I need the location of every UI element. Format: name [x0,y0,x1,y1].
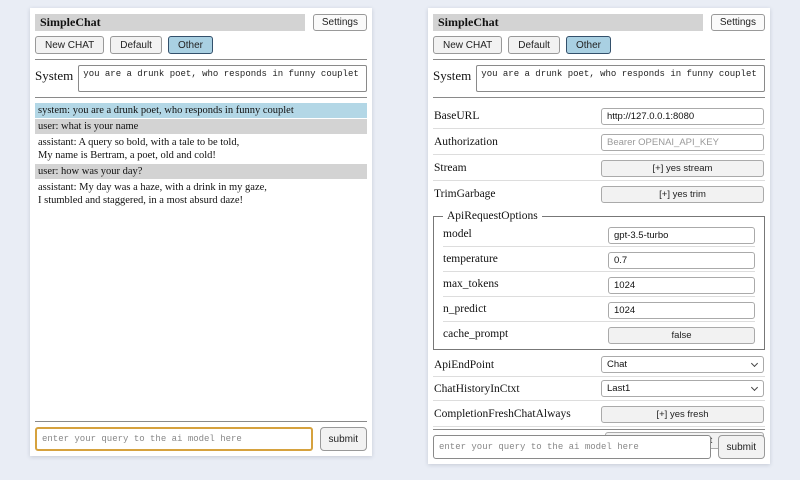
settings-list: BaseURL Authorization Stream [+] yes str… [433,103,765,452]
submit-button[interactable]: submit [718,435,765,459]
authorization-label: Authorization [434,136,498,148]
query-input[interactable] [433,435,711,459]
model-input[interactable] [608,227,755,244]
settings-button[interactable]: Settings [711,14,765,31]
divider [35,59,367,60]
cache-prompt-label: cache_prompt [443,328,508,340]
session-tab-other[interactable]: Other [566,36,611,54]
baseurl-label: BaseURL [434,110,479,122]
chat-message-user: user: how was your day? [35,164,367,179]
titlebar: SimpleChat Settings [35,14,367,31]
session-toolbar: New CHAT Default Other [35,36,367,54]
chat-message-user: user: what is your name [35,119,367,134]
n-predict-label: n_predict [443,303,486,315]
setting-row-stream: Stream [+] yes stream [433,155,765,181]
setting-row-max-tokens: max_tokens [443,272,755,297]
stream-toggle-button[interactable]: [+] yes stream [601,160,764,177]
fresh-chat-toggle-button[interactable]: [+] yes fresh [601,406,764,423]
query-area: submit [35,416,367,451]
setting-row-trimgarbage: TrimGarbage [+] yes trim [433,181,765,206]
system-prompt-input[interactable]: you are a drunk poet, who responds in fu… [78,65,367,92]
chat-history-select[interactable]: Last1 [601,380,764,397]
divider [35,421,367,422]
desktop-background: SimpleChat Settings New CHAT Default Oth… [0,0,800,480]
settings-window: SimpleChat Settings New CHAT Default Oth… [428,8,770,464]
chat-history-selected-value: Last1 [607,383,630,394]
trimgarbage-label: TrimGarbage [434,188,496,200]
system-label: System [35,65,73,92]
setting-row-cache-prompt: cache_prompt false [443,322,755,346]
setting-row-baseurl: BaseURL [433,103,765,129]
query-input[interactable] [35,427,313,451]
system-prompt-row: System you are a drunk poet, who respond… [35,65,367,92]
api-endpoint-selected-value: Chat [607,359,627,370]
divider [35,97,367,98]
system-label: System [433,65,471,92]
setting-row-model: model [443,222,755,247]
session-tab-default[interactable]: Default [110,36,162,54]
fresh-chat-label: CompletionFreshChatAlways [434,408,571,420]
api-request-options-fieldset: ApiRequestOptions model temperature max_… [433,210,765,350]
session-tab-default[interactable]: Default [508,36,560,54]
session-tab-other[interactable]: Other [168,36,213,54]
chat-message-system: system: you are a drunk poet, who respon… [35,103,367,118]
authorization-input[interactable] [601,134,764,151]
baseurl-input[interactable] [601,108,764,125]
cache-prompt-toggle-button[interactable]: false [608,327,755,344]
divider [433,97,765,98]
system-prompt-input[interactable]: you are a drunk poet, who responds in fu… [476,65,765,92]
max-tokens-input[interactable] [608,277,755,294]
temperature-label: temperature [443,253,498,265]
setting-row-temperature: temperature [443,247,755,272]
chevron-down-icon [751,360,758,367]
api-request-options-legend: ApiRequestOptions [443,210,542,222]
settings-button[interactable]: Settings [313,14,367,31]
n-predict-input[interactable] [608,302,755,319]
setting-row-n-predict: n_predict [443,297,755,322]
temperature-input[interactable] [608,252,755,269]
chat-history-label: ChatHistoryInCtxt [434,383,520,395]
chat-message-list: system: you are a drunk poet, who respon… [35,103,367,208]
app-title: SimpleChat [433,14,703,31]
divider [433,429,765,430]
max-tokens-label: max_tokens [443,278,499,290]
app-title: SimpleChat [35,14,305,31]
api-endpoint-select[interactable]: Chat [601,356,764,373]
setting-row-authorization: Authorization [433,129,765,155]
submit-button[interactable]: submit [320,427,367,451]
chat-message-assistant: assistant: My day was a haze, with a dri… [35,180,367,208]
new-chat-button[interactable]: New CHAT [35,36,104,54]
chat-message-assistant: assistant: A query so bold, with a tale … [35,135,367,163]
divider [433,59,765,60]
chevron-down-icon [751,384,758,391]
new-chat-button[interactable]: New CHAT [433,36,502,54]
session-toolbar: New CHAT Default Other [433,36,765,54]
system-prompt-row: System you are a drunk poet, who respond… [433,65,765,92]
setting-row-api-endpoint: ApiEndPoint Chat [433,353,765,377]
chat-window: SimpleChat Settings New CHAT Default Oth… [30,8,372,456]
trimgarbage-toggle-button[interactable]: [+] yes trim [601,186,764,203]
setting-row-chat-history: ChatHistoryInCtxt Last1 [433,377,765,401]
api-endpoint-label: ApiEndPoint [434,359,494,371]
titlebar: SimpleChat Settings [433,14,765,31]
query-area: submit [433,424,765,459]
stream-label: Stream [434,162,467,174]
model-label: model [443,228,472,240]
